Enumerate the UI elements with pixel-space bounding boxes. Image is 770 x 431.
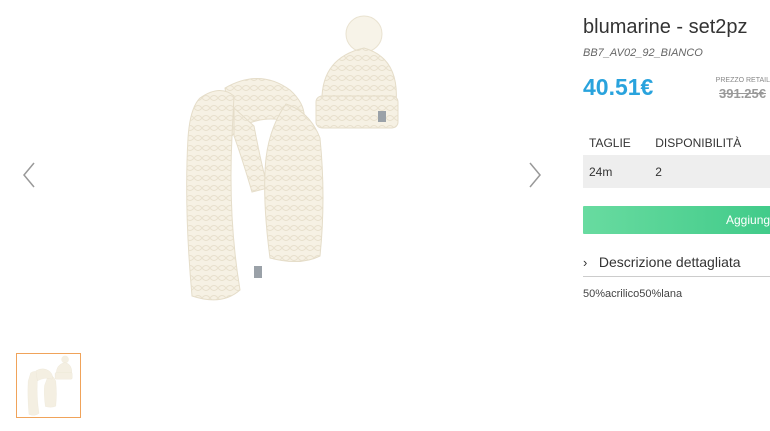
- availability-cell: 2: [649, 155, 770, 188]
- chevron-left-icon: [23, 162, 35, 188]
- product-info: blumarine - set2pz BB7_AV02_92_BIANCO 40…: [583, 0, 770, 431]
- chevron-right-icon: ›: [583, 255, 588, 270]
- column-header-availability: DISPONIBILITÀ: [655, 136, 742, 150]
- add-to-cart-button[interactable]: Aggiung: [583, 206, 770, 234]
- sizes-table: TAGLIE DISPONIBILITÀ 24m 2: [583, 131, 770, 188]
- retail-price-label: PREZZO RETAIL: [715, 77, 770, 84]
- product-thumbnail-image: [27, 355, 73, 416]
- add-to-cart-label: Aggiung: [726, 213, 770, 227]
- gallery-thumbnail[interactable]: [16, 353, 81, 418]
- product-price: 40.51€: [583, 74, 654, 100]
- description-text: 50%acrilico50%lana: [583, 288, 683, 300]
- table-row[interactable]: 24m 2: [583, 155, 770, 188]
- product-title: blumarine - set2pz: [583, 16, 748, 38]
- column-header-sizes: TAGLIE: [589, 136, 631, 150]
- description-toggle-label: Descrizione dettagliata: [598, 254, 741, 270]
- previous-image-button[interactable]: [18, 160, 42, 190]
- chevron-right-icon: [529, 162, 541, 188]
- product-sku: BB7_AV02_92_BIANCO: [583, 47, 703, 59]
- product-gallery: [0, 0, 560, 345]
- product-image: [186, 15, 399, 301]
- retail-price: 391.25€: [719, 86, 766, 101]
- description-toggle[interactable]: › Descrizione dettagliata: [583, 254, 770, 277]
- size-cell: 24m: [583, 155, 650, 188]
- table-header-row: TAGLIE DISPONIBILITÀ: [583, 131, 770, 155]
- next-image-button[interactable]: [522, 160, 546, 190]
